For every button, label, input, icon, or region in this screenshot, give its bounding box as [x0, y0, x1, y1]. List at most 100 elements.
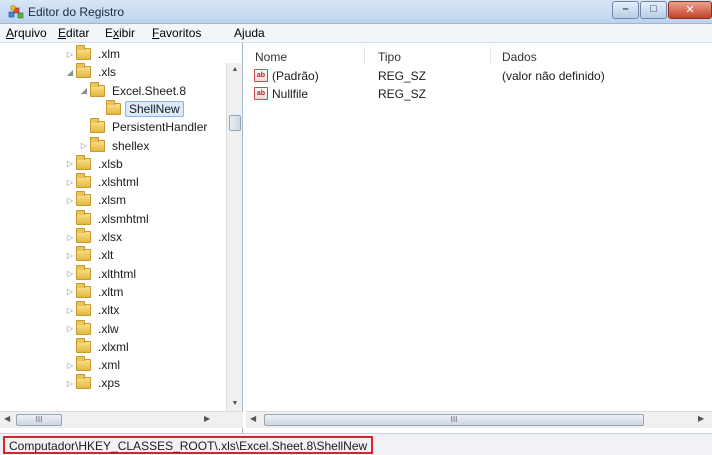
folder-icon [76, 356, 91, 372]
menu-editar[interactable]: Editar [58, 26, 89, 40]
expand-arrow-icon[interactable]: ▷ [64, 374, 76, 392]
folder-icon [106, 99, 121, 115]
column-divider[interactable] [364, 47, 365, 65]
folder-icon [76, 282, 91, 298]
window-controls: – □ ✕ [611, 1, 712, 19]
expand-arrow-icon[interactable]: ▷ [64, 283, 76, 301]
tree-item[interactable]: ▷ .xps [64, 374, 123, 392]
menu-arquivo[interactable]: Arquivo [6, 26, 47, 40]
expand-arrow-icon [64, 338, 76, 356]
folder-icon [76, 154, 91, 170]
tree-item-label: shellex [112, 138, 150, 153]
values-list-pane[interactable]: Nome Tipo Dados ab (Padrão) REG_SZ (valor n… [246, 43, 712, 433]
folder-icon [76, 374, 91, 390]
tree-item-label: .xlsmhtml [98, 211, 149, 226]
tree-item[interactable]: ▷ .xlsb [64, 154, 126, 173]
scroll-right-arrow-icon[interactable]: ▶ [698, 414, 704, 423]
folder-icon [76, 45, 91, 60]
scroll-left-arrow-icon[interactable]: ◀ [250, 414, 256, 423]
expand-arrow-icon[interactable]: ▷ [64, 246, 76, 264]
tree-item[interactable]: ▷ .xltm [64, 282, 126, 301]
tree-item[interactable]: ▷ .xlw [64, 319, 122, 338]
tree-item[interactable]: .xlsmhtml [64, 209, 152, 228]
column-divider[interactable] [490, 47, 491, 65]
value-type: REG_SZ [378, 69, 427, 83]
tree-item[interactable]: PersistentHandler [78, 118, 210, 136]
collapse-arrow-icon[interactable]: ◢ [64, 63, 76, 81]
tree-item[interactable]: ▷ .xlsx [64, 228, 125, 246]
value-data: (valor não definido) [502, 69, 605, 83]
tree-item[interactable]: ▷ .xlt [64, 246, 116, 264]
tree-item-label: .xlthtml [98, 266, 137, 281]
menu-exibir[interactable]: Exibir [105, 26, 135, 40]
minimize-button[interactable]: – [612, 1, 639, 19]
tree-item-label: .xlshtml [98, 175, 139, 190]
expand-arrow-icon [64, 210, 76, 228]
ab-icon: ab [254, 87, 268, 100]
expand-arrow-icon[interactable]: ▷ [64, 228, 76, 246]
tree-item[interactable]: ShellNew [94, 99, 184, 118]
folder-icon [90, 118, 105, 134]
folder-icon [76, 319, 91, 335]
column-header-type[interactable]: Tipo [378, 50, 401, 64]
scroll-down-arrow-icon[interactable]: ▼ [227, 397, 243, 411]
tree-item-label: .xlsm [98, 193, 126, 208]
expand-arrow-icon[interactable]: ▷ [64, 301, 76, 319]
expand-arrow-icon[interactable]: ▷ [64, 191, 76, 209]
tree-horizontal-scrollbar[interactable]: ◀ III ▶ [0, 411, 243, 428]
tree-vertical-scrollbar[interactable]: ▲ ▼ [226, 63, 242, 411]
tree-item-label: Excel.Sheet.8 [112, 83, 187, 98]
maximize-button[interactable]: □ [640, 1, 667, 19]
folder-icon [76, 228, 91, 243]
tree-item-label: .xlsx [98, 230, 122, 244]
value-row[interactable]: ab Nullfile REG_SZ [246, 85, 712, 103]
expand-arrow-icon[interactable]: ▷ [64, 356, 76, 374]
current-key-path: Computador\HKEY_CLASSES_ROOT\.xls\Excel.… [3, 436, 374, 454]
expand-arrow-icon[interactable]: ▷ [64, 320, 76, 338]
folder-icon [90, 81, 105, 97]
expand-arrow-icon[interactable]: ▷ [64, 173, 76, 191]
scroll-right-arrow-icon[interactable]: ▶ [204, 414, 210, 423]
menu-ajuda[interactable]: Ajuda [234, 26, 265, 40]
menu-favoritos[interactable]: Favoritos [152, 26, 201, 40]
scroll-up-arrow-icon[interactable]: ▲ [227, 63, 243, 77]
scroll-left-arrow-icon[interactable]: ◀ [4, 414, 10, 423]
tree-item[interactable]: ▷ .xlthtml [64, 264, 139, 283]
close-button[interactable]: ✕ [668, 1, 712, 19]
tree-item[interactable]: ▷ .xlm [64, 45, 123, 63]
expand-arrow-icon[interactable]: ▷ [78, 137, 90, 155]
folder-icon [76, 264, 91, 280]
tree-item[interactable]: ◢ Excel.Sheet.8 [78, 81, 189, 100]
value-row[interactable]: ab (Padrão) REG_SZ (valor não definido) [246, 67, 712, 85]
column-header-data[interactable]: Dados [502, 50, 537, 64]
maximize-icon: □ [650, 3, 657, 15]
close-icon: ✕ [685, 4, 695, 16]
folder-icon [76, 209, 91, 225]
folder-icon [76, 63, 91, 79]
tree-item[interactable]: ▷ shellex [78, 136, 152, 155]
tree-vertical-scroll-thumb[interactable] [229, 115, 241, 131]
tree-item[interactable]: ▷ .xltx [64, 301, 122, 319]
tree-item-label: ShellNew [125, 100, 184, 117]
column-header-name[interactable]: Nome [255, 50, 287, 64]
tree-item[interactable]: ▷ .xlshtml [64, 173, 142, 191]
expand-arrow-icon[interactable]: ▷ [64, 45, 76, 63]
tree-item[interactable]: ◢ .xls [64, 63, 119, 81]
tree-item[interactable]: .xlxml [64, 337, 132, 356]
tree-item-label: .xltm [98, 284, 124, 299]
list-horizontal-scrollbar[interactable]: ◀ III ▶ [246, 411, 712, 428]
tree-item-label: .xlsb [98, 156, 123, 171]
tree-item-label: .xlxml [98, 339, 129, 354]
list-horizontal-scroll-thumb[interactable]: III [264, 414, 644, 426]
expand-arrow-icon[interactable]: ▷ [64, 265, 76, 283]
folder-icon [90, 136, 105, 152]
ab-icon: ab [254, 69, 268, 82]
collapse-arrow-icon[interactable]: ◢ [78, 82, 90, 100]
value-type: REG_SZ [378, 87, 427, 101]
tree-item[interactable]: ▷ .xlsm [64, 191, 129, 209]
value-name: Nullfile [272, 87, 309, 101]
tree-item[interactable]: ▷ .xml [64, 356, 123, 374]
key-tree-pane[interactable]: ▷ .xlm ◢ .xls ◢ Excel.Sheet.8 ShellNew Persiste… [0, 43, 243, 433]
expand-arrow-icon[interactable]: ▷ [64, 155, 76, 173]
tree-horizontal-scroll-thumb[interactable]: III [16, 414, 62, 426]
